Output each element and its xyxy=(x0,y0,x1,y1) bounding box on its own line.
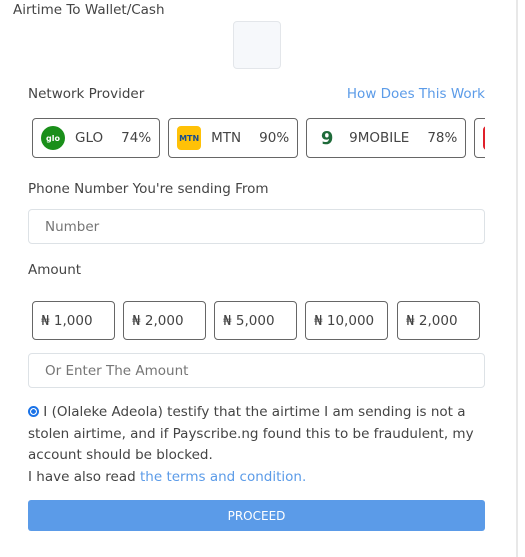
amount-option-1000[interactable]: ₦ 1,000 xyxy=(32,301,115,340)
scrollbar-track[interactable] xyxy=(516,0,518,557)
provider-rate: 74% xyxy=(121,130,152,146)
amount-option-2000-b[interactable]: ₦ 2,000 xyxy=(397,301,480,340)
amount-option-5000[interactable]: ₦ 5,000 xyxy=(214,301,297,340)
wallet-image-icon xyxy=(233,21,281,69)
provider-9mobile[interactable]: 9 9MOBILE 78% xyxy=(306,118,467,158)
how-does-this-work-link[interactable]: How Does This Work xyxy=(347,86,485,102)
amount-input[interactable] xyxy=(28,353,485,388)
page-title: Airtime To Wallet/Cash xyxy=(13,2,165,18)
provider-glo[interactable]: glo GLO 74% xyxy=(32,118,161,158)
provider-rate: 90% xyxy=(259,130,290,146)
provider-mtn[interactable]: MTN MTN 90% xyxy=(168,118,299,158)
consent-text: I (Olaleke Adeola) testify that the airt… xyxy=(28,404,474,463)
phone-number-input[interactable] xyxy=(28,209,485,244)
airtel-logo-icon: airtel xyxy=(483,126,485,150)
terms-link[interactable]: the terms and condition. xyxy=(140,469,306,485)
phone-label: Phone Number You're sending From xyxy=(28,181,269,197)
consent-radio[interactable] xyxy=(28,406,39,417)
provider-name: 9MOBILE xyxy=(349,130,410,146)
network-provider-list: glo GLO 74% MTN MTN 90% 9 9MOBILE 78% airtel xyxy=(32,118,485,160)
mtn-logo-icon: MTN xyxy=(177,126,202,150)
9mobile-logo-icon: 9 xyxy=(315,126,340,150)
glo-logo-icon: glo xyxy=(41,126,65,150)
provider-name: MTN xyxy=(211,130,242,146)
network-provider-label: Network Provider xyxy=(28,86,145,102)
proceed-button[interactable]: PROCEED xyxy=(28,500,485,531)
amount-option-2000[interactable]: ₦ 2,000 xyxy=(123,301,206,340)
terms-prefix: I have also read xyxy=(28,468,140,485)
amount-option-10000[interactable]: ₦ 10,000 xyxy=(305,301,388,340)
provider-rate: 78% xyxy=(427,130,458,146)
provider-name: GLO xyxy=(75,130,104,146)
consent-block: I (Olaleke Adeola) testify that the airt… xyxy=(28,402,488,488)
amount-label: Amount xyxy=(28,262,82,278)
provider-airtel[interactable]: airtel xyxy=(474,118,485,158)
